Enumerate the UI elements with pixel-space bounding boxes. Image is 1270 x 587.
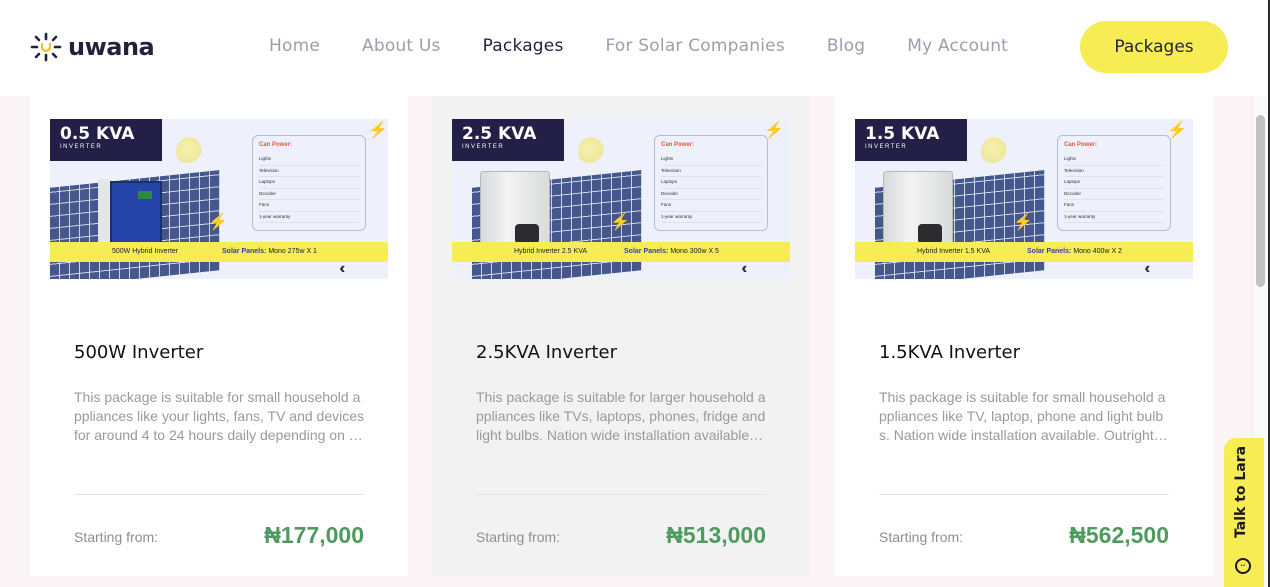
nav-packages[interactable]: Packages [483, 36, 564, 56]
kva-badge: 1.5 KVA INVERTER [855, 119, 967, 161]
can-power-list: Can Power: Lights Television Laptops Dec… [654, 135, 768, 231]
kva-badge-value: 2.5 KVA [462, 124, 537, 144]
package-card[interactable]: ⚡ ⚡ 2.5 KVA INVERTER Can Power: Lights T… [432, 96, 810, 576]
can-power-item: Laptops [1064, 177, 1164, 189]
main-nav: Home About Us Packages For Solar Compani… [269, 36, 1050, 56]
package-image: ⚡ ⚡ 0.5 KVA INVERTER Can Power: Lights T… [50, 119, 388, 279]
plug-icon: ⚡ [208, 214, 228, 231]
can-power-title: Can Power: [661, 142, 695, 148]
plug-icon: ⚡ [764, 122, 784, 139]
package-description: This package is suitable for small house… [74, 389, 365, 443]
nav-about-us[interactable]: About Us [362, 36, 441, 56]
inverter-graphic [883, 171, 953, 249]
sun-logo-icon [30, 32, 62, 62]
nav-blog[interactable]: Blog [827, 36, 865, 56]
can-power-item: Laptops [661, 177, 761, 189]
talk-to-lara-button[interactable]: Talk to Lara ·· [1224, 438, 1264, 587]
nav-home[interactable]: Home [269, 36, 320, 56]
kva-badge-value: 1.5 KVA [865, 124, 940, 144]
inverter-graphic [480, 171, 550, 249]
band-panels-label: Solar Panels: [624, 248, 669, 255]
package-title[interactable]: 2.5KVA Inverter [476, 342, 617, 363]
band-inverter: Hybrid Inverter 1.5 KVA [917, 248, 991, 255]
starting-from-label: Starting from: [879, 529, 964, 545]
band-inverter: 500W Hybrid Inverter [112, 248, 179, 255]
can-power-item: 1-year warranty [661, 212, 761, 223]
packages-cta-button[interactable]: Packages [1080, 21, 1228, 73]
inverter-graphic [110, 181, 162, 245]
nav-for-solar-companies[interactable]: For Solar Companies [606, 36, 785, 56]
kva-badge-sub: INVERTER [462, 144, 505, 150]
kva-badge: 2.5 KVA INVERTER [452, 119, 564, 161]
kva-badge-sub: INVERTER [865, 144, 908, 150]
kva-badge: 0.5 KVA INVERTER [50, 119, 162, 161]
package-card[interactable]: ⚡ ⚡ 0.5 KVA INVERTER Can Power: Lights T… [30, 96, 408, 576]
bulb-icon [578, 137, 604, 167]
plug-icon: ⚡ [610, 214, 630, 231]
package-title[interactable]: 1.5KVA Inverter [879, 342, 1020, 363]
can-power-item: Lights [661, 154, 761, 166]
can-power-title: Can Power: [259, 142, 293, 148]
logo[interactable]: uwana [30, 32, 155, 62]
can-power-list: Can Power: Lights Television Laptops Dec… [252, 135, 366, 231]
band-panels-value: Mono 275w X 1 [268, 248, 317, 255]
package-image: ⚡ ⚡ 1.5 KVA INVERTER Can Power: Lights T… [855, 119, 1193, 279]
package-card[interactable]: ⚡ ⚡ 1.5 KVA INVERTER Can Power: Lights T… [835, 96, 1213, 576]
can-power-item: Laptops [259, 177, 359, 189]
talk-to-lara-label: Talk to Lara [1233, 445, 1249, 538]
scrollbar-thumb[interactable] [1256, 115, 1265, 287]
can-power-item: Lights [259, 154, 359, 166]
band-panels: Solar Panels: Mono 300w X 5 [624, 248, 719, 255]
can-power-item: Television [661, 166, 761, 177]
spec-band: 500W Hybrid Inverter Solar Panels: Mono … [50, 242, 388, 262]
package-description: This package is suitable for small house… [879, 389, 1168, 443]
band-inverter: Hybrid Inverter 2.5 KVA [514, 248, 588, 255]
plug-icon: ⚡ [1167, 122, 1187, 139]
can-power-item: Fans [259, 200, 359, 212]
bulb-icon [981, 137, 1007, 167]
divider [879, 494, 1169, 495]
starting-from-label: Starting from: [476, 529, 561, 545]
divider [74, 494, 364, 495]
can-power-item: Fans [661, 200, 761, 212]
page: uwana Home About Us Packages For Solar C… [0, 0, 1270, 587]
band-panels-label: Solar Panels: [222, 248, 267, 255]
spec-band: Hybrid Inverter 1.5 KVA Solar Panels: Mo… [855, 242, 1193, 262]
chat-bubble-icon: ·· [1235, 558, 1251, 574]
plug-icon: ⚡ [1013, 214, 1033, 231]
band-panels-label: Solar Panels: [1027, 248, 1072, 255]
package-image: ⚡ ⚡ 2.5 KVA INVERTER Can Power: Lights T… [452, 119, 790, 279]
can-power-item: Television [259, 166, 359, 177]
band-panels-value: Mono 400w X 2 [1073, 248, 1122, 255]
band-panels-value: Mono 300w X 5 [670, 248, 719, 255]
can-power-item: 1-year warranty [259, 212, 359, 223]
spec-band: Hybrid Inverter 2.5 KVA Solar Panels: Mo… [452, 242, 790, 262]
package-title[interactable]: 500W Inverter [74, 342, 203, 363]
nav-my-account[interactable]: My Account [907, 36, 1008, 56]
can-power-item: Lights [1064, 154, 1164, 166]
band-panels: Solar Panels: Mono 400w X 2 [1027, 248, 1122, 255]
can-power-item: Decoder [259, 189, 359, 200]
can-power-item: Decoder [1064, 189, 1164, 200]
can-power-list: Can Power: Lights Television Laptops Dec… [1057, 135, 1171, 231]
can-power-item: Television [1064, 166, 1164, 177]
package-price: ₦562,500 [1069, 522, 1169, 548]
band-panels: Solar Panels: Mono 275w X 1 [222, 248, 317, 255]
can-power-item: Fans [1064, 200, 1164, 212]
can-power-item: Decoder [661, 189, 761, 200]
package-price: ₦177,000 [264, 522, 364, 548]
bulb-icon [176, 137, 202, 167]
package-description: This package is suitable for larger hous… [476, 389, 766, 443]
kva-badge-sub: INVERTER [60, 144, 103, 150]
kva-badge-value: 0.5 KVA [60, 124, 135, 144]
package-price: ₦513,000 [666, 522, 766, 548]
brand-name: uwana [68, 33, 155, 61]
site-header: uwana Home About Us Packages For Solar C… [0, 0, 1268, 96]
starting-from-label: Starting from: [74, 529, 159, 545]
can-power-item: 1-year warranty [1064, 212, 1164, 223]
divider [476, 494, 766, 495]
can-power-title: Can Power: [1064, 142, 1098, 148]
plug-icon: ⚡ [368, 122, 388, 139]
